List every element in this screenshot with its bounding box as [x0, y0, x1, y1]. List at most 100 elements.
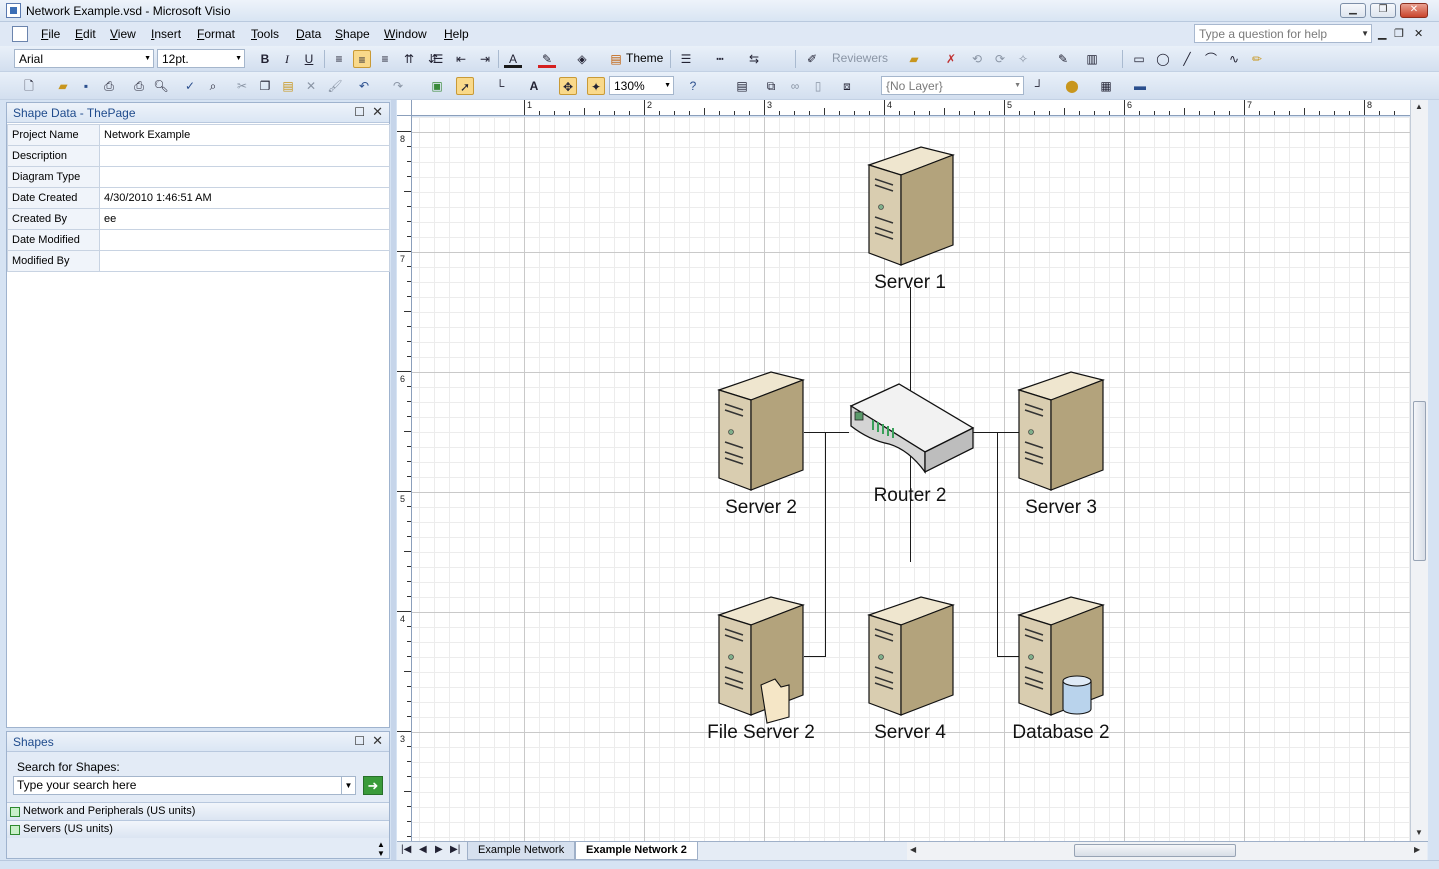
tab-example-network-2[interactable]: Example Network 2	[575, 842, 698, 860]
restore-button[interactable]: ❐	[1370, 3, 1396, 18]
shape-fill-icon[interactable]: ⬤	[1063, 77, 1081, 95]
search-go-button[interactable]: ➜	[363, 776, 383, 795]
line-weight-icon[interactable]: ☰	[677, 50, 695, 68]
menu-format[interactable]: Format	[197, 27, 235, 41]
server-4-shape[interactable]	[867, 595, 955, 720]
rectangle-tool-icon[interactable]: ▭	[1130, 50, 1148, 68]
track-markup-icon[interactable]: ✐	[803, 50, 821, 68]
save-icon[interactable]: ▪	[77, 77, 95, 95]
align-right-icon[interactable]: ≡	[376, 50, 394, 68]
menu-shape[interactable]: Shape	[335, 27, 370, 41]
line-color-icon[interactable]: ✎	[538, 50, 556, 68]
doc-close-icon[interactable]: ✕	[1414, 27, 1423, 40]
zoom-select[interactable]: 130% ▼	[609, 76, 674, 95]
property-value[interactable]	[99, 145, 390, 167]
pattern-icon[interactable]: ▦	[1097, 77, 1115, 95]
vertical-ruler[interactable]: 8 7 6 5 4 3	[397, 116, 412, 841]
server-1-shape[interactable]	[867, 145, 955, 270]
align-center-icon[interactable]: ≡	[353, 50, 371, 68]
last-page-icon[interactable]: ▶|	[450, 844, 460, 855]
first-page-icon[interactable]: |◀	[401, 844, 411, 855]
undo-icon[interactable]: ↶	[355, 77, 373, 95]
panel-splitter[interactable]	[391, 100, 396, 865]
menu-file[interactable]: File	[41, 27, 60, 41]
group-icon[interactable]: ⧉	[762, 77, 780, 95]
scroll-up-icon[interactable]: ▲	[1415, 102, 1423, 111]
shadow-icon[interactable]: ▬	[1131, 77, 1149, 95]
line-tool-icon[interactable]: ╱	[1178, 50, 1196, 68]
connector-tool-icon[interactable]: └	[491, 77, 509, 95]
folder-icon[interactable]: ▰	[905, 50, 923, 68]
close-icon[interactable]: ✕	[372, 104, 383, 120]
document-icon[interactable]	[12, 26, 28, 42]
horizontal-ruler[interactable]: 1 2 3 4 5 6 7 8	[412, 100, 1410, 116]
line-ends-icon[interactable]: ⇆	[745, 50, 763, 68]
connector-line[interactable]	[997, 432, 998, 657]
previous-page-icon[interactable]: ◀	[419, 844, 427, 855]
property-value[interactable]	[99, 250, 390, 272]
menu-edit[interactable]: Edit	[75, 27, 96, 41]
delete-icon[interactable]: ✕	[302, 77, 320, 95]
reviewers-button[interactable]: Reviewers	[832, 51, 888, 65]
connection-point-tool-icon[interactable]: ✥	[559, 77, 577, 95]
previous-markup-icon[interactable]: ⟲	[968, 50, 986, 68]
menu-help[interactable]: Help	[444, 27, 469, 41]
property-value[interactable]: 4/30/2010 1:46:51 AM	[99, 187, 390, 209]
redo-icon[interactable]: ↷	[389, 77, 407, 95]
menu-view[interactable]: View	[110, 27, 136, 41]
doc-restore-icon[interactable]: ❐	[1394, 27, 1404, 40]
align-top-icon[interactable]: ⇈	[400, 50, 418, 68]
stencil-servers[interactable]: Servers (US units)	[7, 820, 389, 838]
decrease-indent-icon[interactable]: ⇤	[452, 50, 470, 68]
pointer-tool-icon[interactable]: ➚	[456, 77, 474, 95]
scroll-left-icon[interactable]: ◀	[910, 845, 916, 854]
ungroup-icon[interactable]: ▯	[809, 77, 827, 95]
scroll-right-icon[interactable]: ▶	[1414, 845, 1420, 854]
font-size-select[interactable]: 12pt. ▼	[157, 49, 245, 68]
pan-zoom-icon[interactable]: ✦	[587, 77, 605, 95]
doc-minimize-icon[interactable]: ▁	[1378, 27, 1386, 40]
align-left-icon[interactable]: ≡	[330, 50, 348, 68]
italic-icon[interactable]: I	[278, 50, 296, 68]
menu-window[interactable]: Window	[384, 27, 427, 41]
bold-icon[interactable]: B	[256, 50, 274, 68]
ruler-corner[interactable]	[397, 100, 412, 116]
help-search-box[interactable]: Type a question for help ▼	[1194, 24, 1372, 43]
maximize-icon[interactable]: ☐	[354, 734, 365, 748]
copy-icon[interactable]: ❐	[256, 77, 274, 95]
search-shapes-input[interactable]: Type your search here ▼	[13, 776, 356, 795]
delete-markup-icon[interactable]: ✗	[942, 50, 960, 68]
research-icon[interactable]: ⌕	[204, 77, 222, 95]
router-2-shape[interactable]	[849, 382, 975, 481]
connector-style-icon[interactable]: ┘	[1030, 77, 1048, 95]
ellipse-tool-icon[interactable]: ◯	[1154, 50, 1172, 68]
connector-line[interactable]	[825, 432, 826, 657]
vertical-scroll-thumb[interactable]	[1413, 401, 1426, 561]
property-value[interactable]	[99, 229, 390, 251]
bring-forward-icon[interactable]: ⧈	[838, 77, 856, 95]
visio-app-icon[interactable]	[6, 3, 21, 18]
server-3-shape[interactable]	[1017, 370, 1105, 495]
link-icon[interactable]: ∞	[786, 77, 804, 95]
panel-icon[interactable]: ▥	[1083, 50, 1101, 68]
permission-icon[interactable]: ⎙	[100, 77, 118, 95]
chevron-down-icon[interactable]: ▼	[341, 777, 355, 794]
format-painter-icon[interactable]: 🖌︎	[326, 77, 344, 95]
next-page-icon[interactable]: ▶	[435, 844, 443, 855]
property-value[interactable]: ee	[99, 208, 390, 230]
print-preview-icon[interactable]: 🔍︎	[152, 77, 170, 95]
menu-data[interactable]: Data	[296, 27, 321, 41]
line-pattern-icon[interactable]: ┅	[711, 50, 729, 68]
tab-example-network[interactable]: Example Network	[467, 842, 576, 860]
file-server-2-shape[interactable]	[717, 595, 805, 728]
property-value[interactable]: Network Example	[99, 124, 390, 146]
close-icon[interactable]: ✕	[372, 733, 383, 749]
bullets-icon[interactable]: ☰	[429, 50, 447, 68]
spelling-icon[interactable]: ✓	[181, 77, 199, 95]
drawing-canvas[interactable]: Server 1 Server 2 Router 2 Server 3 File…	[412, 117, 1410, 841]
theme-button[interactable]: Theme	[626, 51, 663, 65]
shapes-icon[interactable]: ▣	[428, 77, 446, 95]
fill-color-icon[interactable]: ◈	[573, 50, 591, 68]
increase-indent-icon[interactable]: ⇥	[476, 50, 494, 68]
theme-icon[interactable]: ▤	[607, 50, 625, 68]
